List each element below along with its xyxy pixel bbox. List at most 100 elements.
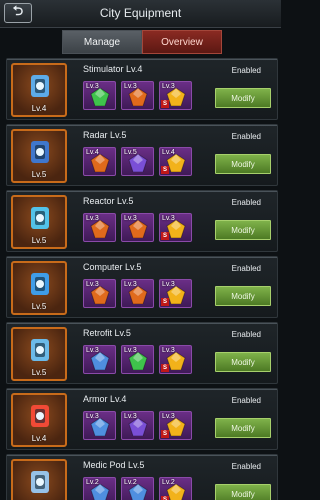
gem-slot[interactable]: Lv.3 S	[159, 345, 192, 374]
equipment-portrait[interactable]: Lv.5	[11, 261, 67, 315]
equipment-name: Radar Lv.5	[83, 130, 127, 140]
equipment-icon	[25, 335, 55, 365]
gem-level: Lv.3	[162, 215, 175, 222]
equipment-portrait[interactable]: Lv.5	[11, 459, 67, 500]
gem-icon	[128, 351, 148, 371]
equipment-row: Lv.4 Stimulator Lv.4 Enabled Lv.3 Lv.3 Lv.…	[6, 58, 278, 120]
header-bar: ⮌ City Equipment	[0, 0, 281, 28]
status-text: Enabled	[231, 462, 261, 471]
status-text: Enabled	[231, 264, 261, 273]
tab-manage[interactable]: Manage	[62, 30, 142, 54]
gem-level: Lv.3	[124, 215, 137, 222]
gem-slot[interactable]: Lv.3 S	[159, 213, 192, 242]
gem-level: Lv.3	[124, 413, 137, 420]
gem-level: Lv.3	[124, 347, 137, 354]
modify-button[interactable]: Modify	[215, 88, 271, 108]
equipment-portrait[interactable]: Lv.5	[11, 129, 67, 183]
modify-button[interactable]: Modify	[215, 220, 271, 240]
equipment-name: Medic Pod Lv.5	[83, 460, 145, 470]
gem-slot[interactable]: Lv.3	[83, 81, 116, 110]
equipment-level: Lv.4	[31, 434, 47, 443]
row-divider	[7, 125, 277, 126]
gem-icon	[128, 153, 148, 173]
gem-level: Lv.4	[86, 149, 99, 156]
equipment-icon	[25, 71, 55, 101]
status-text: Enabled	[231, 396, 261, 405]
special-badge: S	[161, 166, 169, 174]
gem-slot[interactable]: Lv.5	[121, 147, 154, 176]
equipment-icon	[25, 401, 55, 431]
page-title: City Equipment	[99, 6, 182, 20]
equipment-row: Lv.5 Reactor Lv.5 Enabled Lv.3 Lv.3 Lv.3 S…	[6, 190, 278, 252]
modify-button[interactable]: Modify	[215, 418, 271, 438]
equipment-portrait[interactable]: Lv.4	[11, 63, 67, 117]
gem-icon	[166, 153, 186, 173]
gem-level: Lv.3	[162, 281, 175, 288]
gem-slot[interactable]: Lv.3 S	[159, 411, 192, 440]
gem-level: Lv.3	[86, 413, 99, 420]
gem-slot[interactable]: Lv.3	[121, 279, 154, 308]
gem-level: Lv.2	[124, 479, 137, 486]
special-badge: S	[161, 232, 169, 240]
equipment-icon	[25, 137, 55, 167]
gem-icon	[128, 417, 148, 437]
equipment-icon	[25, 269, 55, 299]
tab-overview[interactable]: Overview	[142, 30, 222, 54]
gem-icon	[90, 285, 110, 305]
status-text: Enabled	[231, 132, 261, 141]
equipment-level: Lv.4	[31, 104, 47, 113]
gem-icon	[90, 417, 110, 437]
gem-slot[interactable]: Lv.3	[121, 81, 154, 110]
gem-slot[interactable]: Lv.2 S	[159, 477, 192, 500]
gem-icon	[128, 285, 148, 305]
equipment-portrait[interactable]: Lv.5	[11, 327, 67, 381]
gem-level: Lv.2	[162, 479, 175, 486]
special-badge: S	[161, 430, 169, 438]
gem-slot[interactable]: Lv.3 S	[159, 81, 192, 110]
row-divider	[7, 323, 277, 324]
gem-level: Lv.3	[86, 215, 99, 222]
gem-icon	[166, 285, 186, 305]
gem-icon	[128, 87, 148, 107]
gem-slot[interactable]: Lv.3	[121, 345, 154, 374]
gem-level: Lv.5	[124, 149, 137, 156]
row-divider	[7, 455, 277, 456]
gem-slot[interactable]: Lv.2	[83, 477, 116, 500]
equipment-level: Lv.5	[31, 368, 47, 377]
gem-slot[interactable]: Lv.3	[83, 411, 116, 440]
gem-slot[interactable]: Lv.4 S	[159, 147, 192, 176]
tab-bar: Manage Overview	[62, 30, 222, 54]
gem-slot[interactable]: Lv.3	[83, 345, 116, 374]
equipment-icon	[25, 467, 55, 497]
gem-icon	[166, 219, 186, 239]
modify-button[interactable]: Modify	[215, 352, 271, 372]
row-divider	[7, 59, 277, 60]
equipment-portrait[interactable]: Lv.4	[11, 393, 67, 447]
equipment-portrait[interactable]: Lv.5	[11, 195, 67, 249]
gem-level: Lv.3	[124, 83, 137, 90]
gem-level: Lv.3	[162, 347, 175, 354]
modify-button[interactable]: Modify	[215, 484, 271, 500]
equipment-level: Lv.5	[31, 302, 47, 311]
equipment-row: Lv.5 Retrofit Lv.5 Enabled Lv.3 Lv.3 Lv.3 …	[6, 322, 278, 384]
gem-slot[interactable]: Lv.3 S	[159, 279, 192, 308]
gem-slot[interactable]: Lv.2	[121, 477, 154, 500]
status-text: Enabled	[231, 330, 261, 339]
gem-icon	[166, 417, 186, 437]
modify-button[interactable]: Modify	[215, 286, 271, 306]
gem-slot[interactable]: Lv.3	[121, 213, 154, 242]
gem-level: Lv.3	[86, 83, 99, 90]
gem-slot[interactable]: Lv.3	[121, 411, 154, 440]
modify-button[interactable]: Modify	[215, 154, 271, 174]
row-divider	[7, 191, 277, 192]
equipment-name: Computer Lv.5	[83, 262, 142, 272]
equipment-level: Lv.5	[31, 170, 47, 179]
gem-slot[interactable]: Lv.3	[83, 213, 116, 242]
gem-slot[interactable]: Lv.3	[83, 279, 116, 308]
gem-icon	[166, 87, 186, 107]
gem-icon	[90, 87, 110, 107]
gem-slot[interactable]: Lv.4	[83, 147, 116, 176]
equipment-name: Stimulator Lv.4	[83, 64, 143, 74]
gem-level: Lv.3	[162, 83, 175, 90]
special-badge: S	[161, 100, 169, 108]
